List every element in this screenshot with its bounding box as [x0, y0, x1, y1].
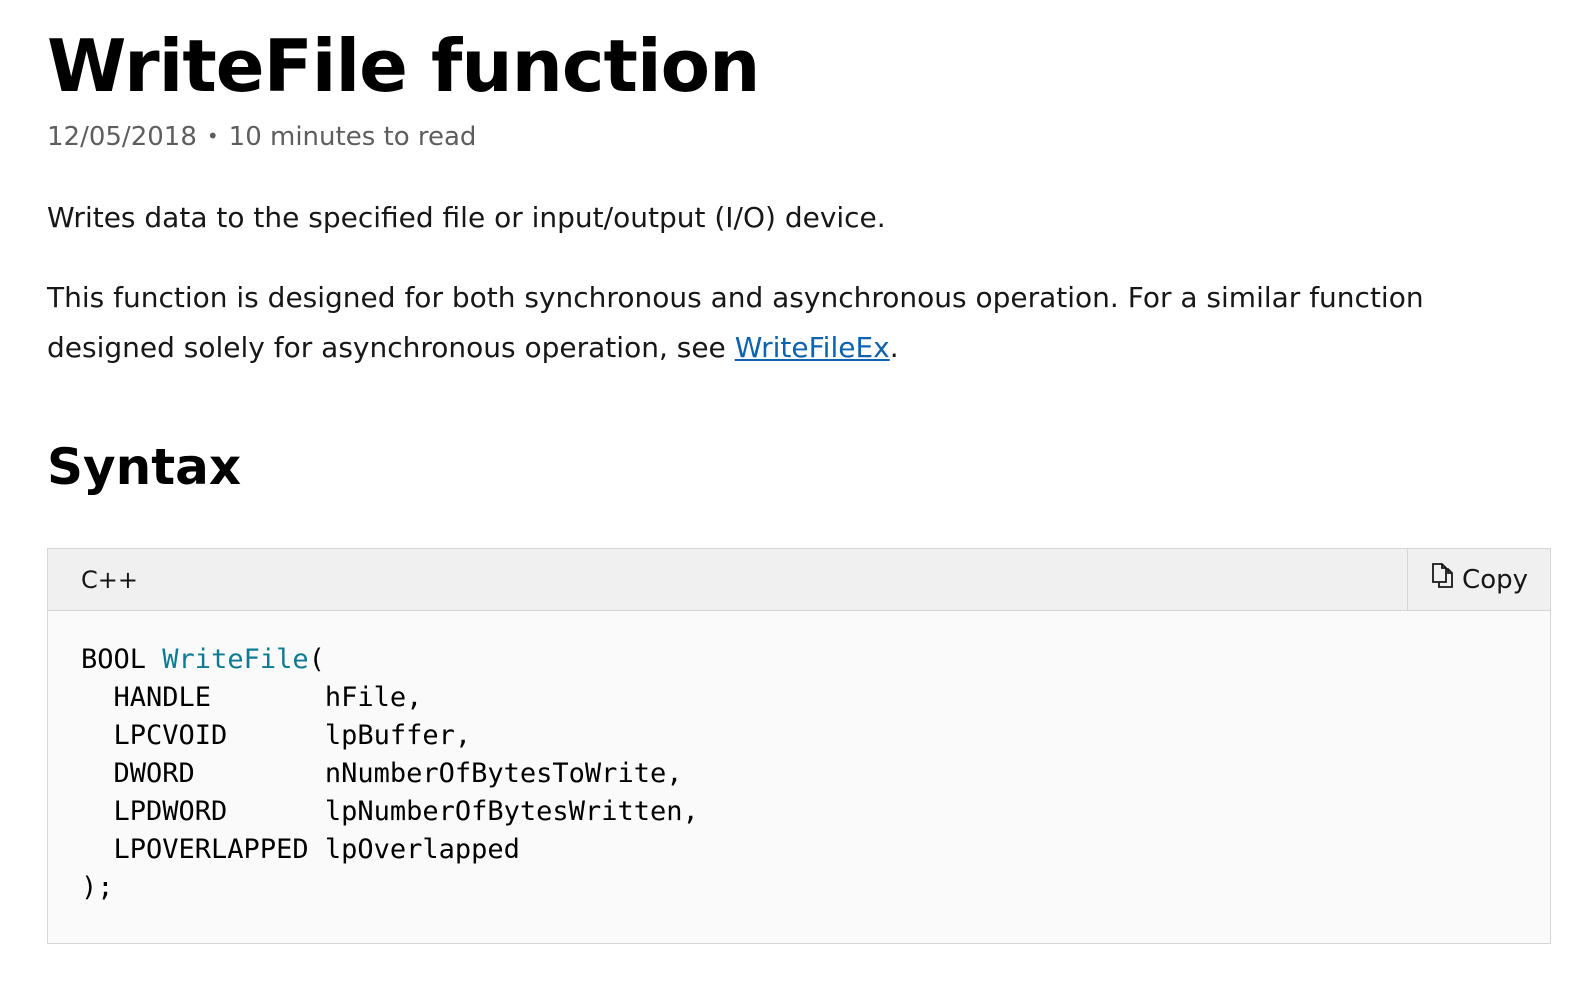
param-name: hFile, [324, 682, 423, 713]
paragraph-end: . [889, 331, 899, 364]
paragraph-sync-async: This function is designed for both synch… [47, 273, 1553, 373]
code-language: C++ [81, 565, 138, 594]
copy-label: Copy [1462, 564, 1528, 595]
meta-separator: • [206, 124, 219, 148]
copy-icon [1430, 562, 1462, 597]
publish-date: 12/05/2018 [47, 122, 197, 152]
code-content: BOOL WriteFile( HANDLE hFile, LPCVOID lp… [48, 611, 1550, 937]
syntax-heading: Syntax [47, 438, 242, 496]
param-type: HANDLE [113, 682, 212, 713]
code-open-paren: ( [308, 644, 325, 675]
param-name: lpBuffer, [324, 720, 472, 751]
article: WriteFile function 12/05/2018 • 10 minutes… [47, 0, 1553, 944]
code-header: C++ Copy [48, 549, 1550, 611]
code-close: ); [81, 872, 114, 903]
param-name: lpNumberOfBytesWritten, [324, 796, 699, 827]
param-type: LPCVOID [113, 720, 228, 751]
param-type: LPDWORD [113, 796, 228, 827]
param-name: nNumberOfBytesToWrite, [324, 758, 683, 789]
code-return-type: BOOL [81, 644, 147, 675]
code-function-name: WriteFile [162, 644, 309, 675]
param-type: LPOVERLAPPED [113, 834, 309, 865]
article-metadata: 12/05/2018 • 10 minutes to read [47, 120, 1553, 155]
param-type: DWORD [113, 758, 195, 789]
copy-button[interactable]: Copy [1407, 549, 1550, 610]
page-title: WriteFile function [47, 24, 760, 108]
param-name: lpOverlapped [324, 834, 520, 865]
writefileex-link[interactable]: WriteFileEx [735, 331, 890, 364]
code-block: C++ Copy BOOL WriteFile( HANDLE hFile, L… [47, 548, 1551, 944]
description: Writes data to the specified file or inp… [47, 201, 886, 234]
read-time: 10 minutes to read [228, 122, 477, 152]
